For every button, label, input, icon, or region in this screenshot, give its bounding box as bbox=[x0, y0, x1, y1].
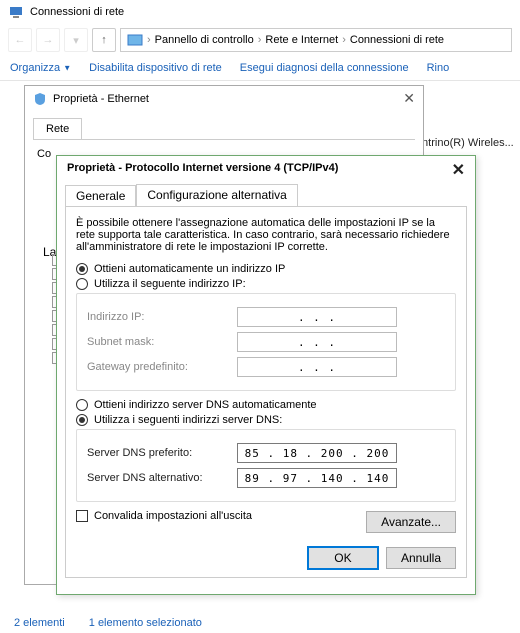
close-icon[interactable]: ✕ bbox=[452, 160, 465, 180]
validate-label: Convalida impostazioni all'uscita bbox=[94, 510, 252, 522]
dns1-input[interactable]: 85 . 18 . 200 . 200 bbox=[237, 443, 397, 463]
tab-rete[interactable]: Rete bbox=[33, 118, 82, 139]
shield-icon bbox=[33, 92, 47, 106]
toolbar: Organizza ▼ Disabilita dispositivo di re… bbox=[0, 56, 520, 80]
radio-manual-dns[interactable] bbox=[76, 414, 88, 426]
ip-label: Indirizzo IP: bbox=[87, 311, 237, 323]
gateway-label: Gateway predefinito: bbox=[87, 361, 237, 373]
toolbar-rename[interactable]: Rino bbox=[427, 62, 450, 74]
status-selection: 1 elemento selezionato bbox=[89, 617, 202, 629]
status-count: 2 elementi bbox=[14, 617, 65, 629]
radio-auto-ip[interactable] bbox=[76, 263, 88, 275]
radio-manual-dns-label: Utilizza i seguenti indirizzi server DNS… bbox=[94, 414, 282, 426]
radio-auto-dns[interactable] bbox=[76, 399, 88, 411]
network-icon bbox=[8, 4, 24, 20]
status-bar: 2 elementi 1 elemento selezionato bbox=[14, 617, 202, 629]
window-title: Connessioni di rete bbox=[30, 6, 124, 18]
ok-button[interactable]: OK bbox=[308, 547, 378, 569]
control-panel-icon bbox=[127, 32, 143, 48]
toolbar-diagnose[interactable]: Esegui diagnosi della connessione bbox=[240, 62, 409, 74]
radio-manual-ip-label: Utilizza il seguente indirizzo IP: bbox=[94, 278, 246, 290]
window-titlebar: Connessioni di rete bbox=[0, 0, 520, 24]
ip-input: . . . bbox=[237, 307, 397, 327]
radio-auto-dns-label: Ottieni indirizzo server DNS automaticam… bbox=[94, 399, 317, 411]
radio-auto-ip-label: Ottieni automaticamente un indirizzo IP bbox=[94, 263, 285, 275]
mask-input: . . . bbox=[237, 332, 397, 352]
breadcrumb-item[interactable]: Rete e Internet bbox=[265, 34, 338, 46]
dns1-label: Server DNS preferito: bbox=[87, 447, 237, 459]
nav-back[interactable]: ← bbox=[8, 28, 32, 52]
breadcrumb[interactable]: › Pannello di controllo › Rete e Interne… bbox=[120, 28, 512, 52]
breadcrumb-item[interactable]: Connessioni di rete bbox=[350, 34, 444, 46]
advanced-button[interactable]: Avanzate... bbox=[366, 511, 456, 533]
dns2-input[interactable]: 89 . 97 . 140 . 140 bbox=[237, 468, 397, 488]
nav-dropdown[interactable]: ▾ bbox=[64, 28, 88, 52]
tab-generale[interactable]: Generale bbox=[65, 185, 136, 207]
validate-checkbox[interactable] bbox=[76, 510, 88, 522]
toolbar-disable[interactable]: Disabilita dispositivo di rete bbox=[89, 62, 222, 74]
mask-label: Subnet mask: bbox=[87, 336, 237, 348]
dns2-label: Server DNS alternativo: bbox=[87, 472, 237, 484]
ipv4-title: Proprietà - Protocollo Internet versione… bbox=[67, 162, 338, 174]
radio-manual-ip[interactable] bbox=[76, 278, 88, 290]
gateway-input: . . . bbox=[237, 357, 397, 377]
ipv4-properties-dialog: Proprietà - Protocollo Internet versione… bbox=[56, 155, 476, 595]
close-icon[interactable]: ✕ bbox=[403, 90, 415, 107]
description-text: È possibile ottenere l'assegnazione auto… bbox=[76, 217, 456, 253]
tab-config-alt[interactable]: Configurazione alternativa bbox=[136, 184, 297, 206]
cancel-button[interactable]: Annulla bbox=[386, 547, 456, 569]
toolbar-organize[interactable]: Organizza ▼ bbox=[10, 62, 71, 74]
nav-up[interactable]: ↑ bbox=[92, 28, 116, 52]
breadcrumb-item[interactable]: Pannello di controllo bbox=[155, 34, 254, 46]
ethernet-props-title: Proprietà - Ethernet bbox=[53, 93, 149, 105]
nav-forward[interactable]: → bbox=[36, 28, 60, 52]
